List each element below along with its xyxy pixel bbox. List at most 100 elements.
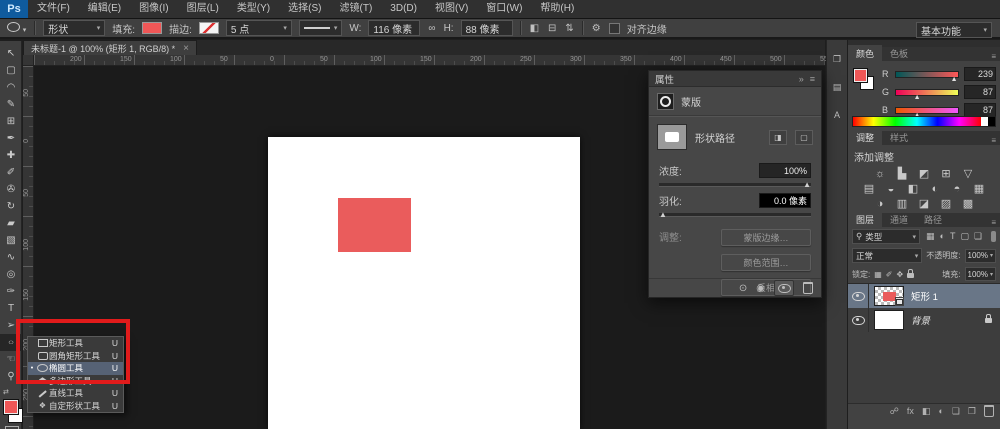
menu-item[interactable]: 3D(D) — [381, 0, 426, 18]
selective-color-icon[interactable]: ▨ — [939, 198, 954, 211]
layer-thumbnail[interactable] — [874, 310, 904, 330]
visibility-toggle[interactable] — [848, 308, 869, 332]
zoom-tool[interactable]: ⚲ — [0, 368, 22, 385]
path-operations-button[interactable]: ◧ — [529, 23, 540, 34]
document-tab[interactable]: 未标题-1 @ 100% (矩形 1, RGB/8) * × — [23, 40, 197, 55]
lock-image-pixels-icon[interactable]: ✐ — [886, 270, 893, 279]
close-icon[interactable]: × — [183, 43, 189, 54]
document-canvas[interactable] — [268, 137, 580, 429]
levels-icon[interactable]: ▙ — [895, 168, 910, 181]
tab-adjustments[interactable]: 调整 — [848, 129, 882, 145]
brightness-contrast-icon[interactable]: ☼ — [873, 168, 888, 181]
fill-swatch[interactable] — [142, 22, 162, 34]
density-slider-handle[interactable]: ▲ — [803, 181, 811, 189]
channel-r-value[interactable]: 239 — [964, 67, 996, 81]
channel-g-value[interactable]: 87 — [964, 85, 996, 99]
threshold-icon[interactable]: ◪ — [917, 198, 932, 211]
tab-color[interactable]: 颜色 — [848, 45, 882, 61]
flyout-item-rectangle-tool[interactable]: 矩形工具U — [28, 337, 123, 350]
gear-icon[interactable]: ⚙ — [591, 23, 602, 34]
slider-handle[interactable]: ▲ — [951, 76, 958, 83]
mask-apply-icon[interactable]: ◉ — [756, 283, 765, 294]
panel-menu-icon[interactable]: ≡ — [991, 136, 1000, 145]
rectangle-shape[interactable] — [338, 198, 411, 252]
tab-paths[interactable]: 路径 — [916, 211, 950, 227]
menu-item[interactable]: 帮助(H) — [531, 0, 583, 18]
channel-mixer-icon[interactable]: ◓ — [950, 183, 965, 196]
fill-input[interactable]: 100% ▾ — [965, 267, 996, 281]
menu-item[interactable]: 图层(L) — [178, 0, 228, 18]
delete-layer-icon[interactable] — [984, 405, 994, 417]
tab-swatches[interactable]: 色板 — [882, 45, 916, 61]
channel-b-slider[interactable]: ▲ — [895, 107, 959, 114]
lock-all-icon[interactable] — [907, 273, 914, 278]
flyout-item-rounded-rectangle-tool[interactable]: 圆角矩形工具U — [28, 350, 123, 363]
move-tool[interactable]: ↖ — [0, 45, 22, 62]
rectangular-marquee-tool[interactable]: ▢ — [0, 62, 22, 79]
filter-type-layers-icon[interactable]: T — [950, 231, 956, 242]
eyedropper-tool[interactable]: ✒ — [0, 130, 22, 147]
menu-item[interactable]: 滤镜(T) — [331, 0, 382, 18]
menu-item[interactable]: 类型(Y) — [228, 0, 279, 18]
stroke-width-input[interactable]: 5 点▾ — [226, 20, 292, 36]
spot-healing-brush-tool[interactable]: ✚ — [0, 147, 22, 164]
new-adjustment-layer-icon[interactable]: ◐ — [938, 406, 943, 416]
ruler-origin[interactable] — [23, 55, 34, 66]
menu-item[interactable]: 选择(S) — [279, 0, 330, 18]
color-range-button[interactable]: 颜色范围… — [721, 254, 811, 271]
flyout-item-custom-shape-tool[interactable]: ❖自定形状工具U — [28, 400, 123, 413]
collapse-panel-icon[interactable]: » — [799, 74, 804, 84]
density-slider[interactable]: ▲ — [659, 183, 811, 187]
swap-colors-icon[interactable]: ⇄ — [3, 388, 9, 396]
path-arrangement-button[interactable]: ⇅ — [564, 23, 574, 34]
panel-menu-icon[interactable]: ≡ — [991, 218, 1000, 227]
hue-saturation-icon[interactable]: ▤ — [862, 183, 877, 196]
shape-path-thumbnail[interactable] — [657, 124, 687, 150]
filter-smart-objects-icon[interactable]: ❏ — [974, 231, 982, 242]
density-value[interactable]: 100% — [759, 163, 811, 178]
gradient-tool[interactable]: ▧ — [0, 232, 22, 249]
channel-b-value[interactable]: 87 — [964, 103, 996, 117]
feather-slider-handle[interactable]: ▲ — [659, 211, 667, 219]
panel-character-icon[interactable]: A — [830, 108, 845, 122]
add-layer-mask-icon[interactable]: ◧ — [922, 406, 931, 417]
layer-row-rectangle-1[interactable]: 矩形 1 — [848, 284, 1000, 308]
smudge-tool[interactable]: ∿ — [0, 249, 22, 266]
layer-thumbnail[interactable] — [874, 286, 904, 306]
layer-row-background[interactable]: 背景 — [848, 308, 1000, 332]
foreground-color-swatch[interactable] — [853, 68, 868, 83]
align-edges-checkbox[interactable] — [609, 23, 620, 34]
stroke-style-select[interactable]: ▾ — [299, 20, 343, 36]
menu-item[interactable]: 文件(F) — [28, 0, 79, 18]
add-pixel-mask-button[interactable]: ◨ — [769, 130, 787, 145]
visibility-toggle[interactable] — [848, 284, 869, 308]
panel-menu-icon[interactable]: ≡ — [991, 52, 1000, 61]
color-lookup-icon[interactable]: ▦ — [972, 183, 987, 196]
lock-transparent-pixels-icon[interactable]: ▦ — [874, 270, 882, 279]
layer-name[interactable]: 背景 — [911, 313, 930, 327]
panel-info-icon[interactable]: ▤ — [830, 80, 845, 94]
panel-history-icon[interactable]: ❐ — [830, 52, 845, 66]
workspace-switcher[interactable]: 基本功能▾ — [916, 22, 992, 38]
gradient-map-icon[interactable]: ▩ — [961, 198, 976, 211]
eraser-tool[interactable]: ▰ — [0, 215, 22, 232]
mask-load-selection-icon[interactable]: ⊙ — [739, 283, 747, 294]
color-spectrum-bar[interactable] — [852, 116, 996, 127]
blend-mode-select[interactable]: 正常 ▾ — [852, 248, 922, 263]
channel-r-slider[interactable]: ▲ — [895, 71, 959, 78]
filter-pixel-layers-icon[interactable]: ▦ — [926, 231, 935, 242]
add-vector-mask-button[interactable]: ▢ — [795, 130, 813, 145]
color-balance-icon[interactable]: ◒ — [884, 183, 899, 196]
pen-tool[interactable]: ✑ — [0, 283, 22, 300]
slider-handle[interactable]: ▲ — [914, 94, 921, 101]
mask-visibility-button[interactable] — [774, 280, 794, 296]
menu-item[interactable]: 编辑(E) — [79, 0, 130, 18]
flyout-item-polygon-tool[interactable]: 多边形工具U — [28, 375, 123, 388]
history-brush-tool[interactable]: ↻ — [0, 198, 22, 215]
path-selection-tool[interactable]: ➢ — [0, 317, 22, 334]
menu-item[interactable]: 图像(I) — [130, 0, 177, 18]
link-layers-icon[interactable]: ☍ — [890, 406, 899, 417]
crop-tool[interactable]: ⊞ — [0, 113, 22, 130]
quick-selection-tool[interactable]: ✎ — [0, 96, 22, 113]
mask-edge-button[interactable]: 蒙版边缘… — [721, 229, 811, 246]
